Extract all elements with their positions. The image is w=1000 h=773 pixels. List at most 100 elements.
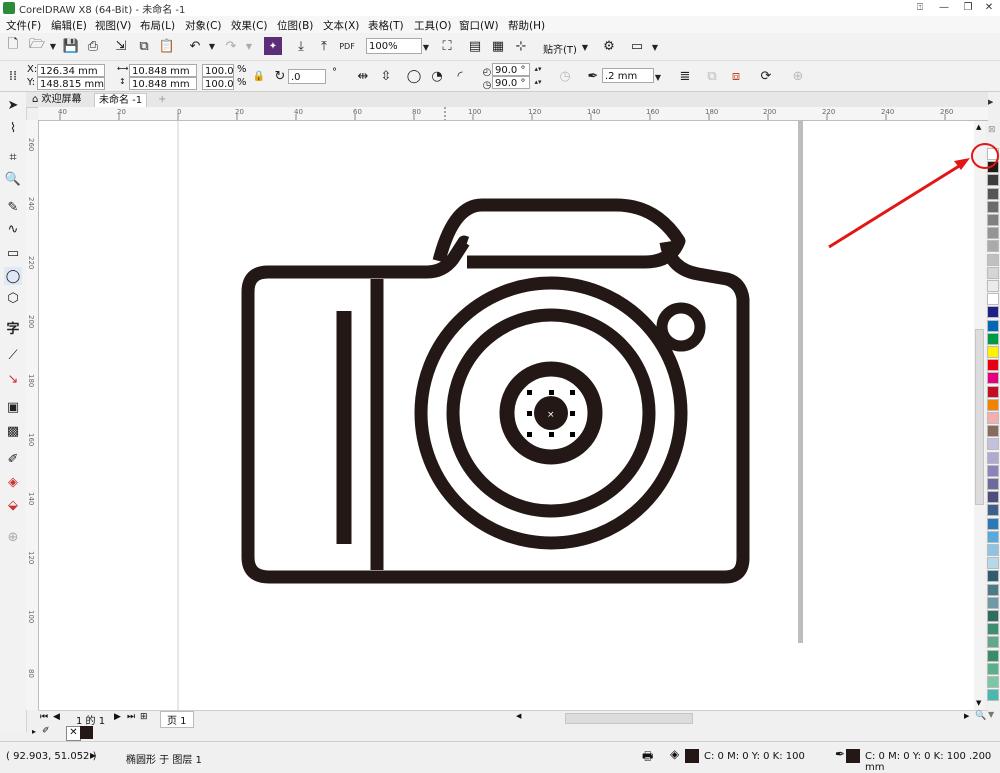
menu-layout[interactable]: 布局(L)	[140, 18, 175, 33]
start-angle-spinner[interactable]: ▴▾	[531, 63, 545, 75]
color-swatch[interactable]	[987, 689, 999, 702]
add-page-icon[interactable]: ⊞	[140, 712, 148, 722]
new-tab-icon[interactable]: +	[154, 93, 170, 106]
show-guidelines-icon[interactable]: ⊹	[512, 37, 530, 55]
polygon-tool-icon[interactable]: ⬡	[4, 289, 22, 307]
horizontal-scroll-thumb[interactable]	[565, 713, 693, 724]
menu-window[interactable]: 窗口(W)	[459, 18, 499, 33]
color-swatch[interactable]	[987, 517, 999, 530]
import-file-icon[interactable]: ⤓	[292, 37, 310, 55]
scroll-down-icon[interactable]: ▼	[976, 699, 981, 707]
color-swatch[interactable]	[987, 372, 999, 385]
color-swatch[interactable]	[987, 214, 999, 226]
zoom-tool-icon[interactable]: 🔍	[4, 170, 22, 188]
snap-dropdown-icon[interactable]: ▼	[576, 38, 594, 56]
color-swatch[interactable]	[987, 438, 999, 451]
zoom-dropdown-icon[interactable]: ▼	[420, 38, 432, 56]
rotation-field[interactable]: .0	[288, 69, 326, 84]
color-swatch[interactable]	[987, 662, 999, 675]
width-field[interactable]: 10.848 mm	[129, 64, 197, 77]
no-color-swatch[interactable]: ⊠	[988, 125, 996, 135]
ellipse-tool-icon[interactable]: ◯	[4, 267, 22, 285]
artistic-media-tool-icon[interactable]: ∿	[4, 220, 22, 238]
color-swatch[interactable]	[987, 293, 999, 306]
menu-bitmaps[interactable]: 位图(B)	[277, 18, 313, 33]
page-tab[interactable]: 页 1	[160, 711, 194, 728]
vertical-scrollbar[interactable]: ▲ ▼	[974, 121, 985, 710]
redo-dropdown-icon[interactable]: ▼	[240, 37, 258, 55]
minimize-button[interactable]: —	[932, 0, 956, 16]
crop-tool-icon[interactable]: ⌗	[4, 148, 22, 166]
to-back-icon[interactable]: ⧉	[703, 67, 721, 85]
color-swatch[interactable]	[987, 557, 999, 570]
doc-black-swatch[interactable]	[80, 726, 93, 739]
color-swatch[interactable]	[987, 649, 999, 662]
color-eyedropper-tool-icon[interactable]: ✐	[4, 450, 22, 468]
color-swatch[interactable]	[987, 227, 999, 240]
outline-width-field[interactable]: .2 mm	[602, 68, 654, 83]
palette-expand-icon[interactable]: ▶	[988, 98, 993, 106]
application-launcher-icon[interactable]: ▭	[628, 37, 646, 55]
menu-table[interactable]: 表格(T)	[368, 18, 404, 33]
color-swatch[interactable]	[987, 187, 999, 200]
outline-pen-icon[interactable]: ✒	[584, 67, 602, 85]
color-swatch[interactable]	[987, 425, 999, 438]
color-swatch[interactable]	[987, 676, 999, 688]
color-swatch[interactable]	[987, 464, 999, 477]
drawing-canvas[interactable]: ×	[39, 121, 974, 710]
color-swatch[interactable]	[987, 385, 999, 398]
color-swatch[interactable]	[987, 451, 999, 464]
color-swatch[interactable]	[987, 478, 999, 490]
mirror-vertical-icon[interactable]: ⇳	[377, 67, 395, 85]
color-proofing-icon[interactable]: 🖶	[642, 747, 653, 768]
color-swatch[interactable]	[987, 306, 999, 319]
scroll-right-icon[interactable]: ▶	[964, 712, 969, 720]
add-tool-icon[interactable]: ⊕	[4, 528, 22, 546]
zoom-level-field[interactable]: 100%	[366, 38, 422, 54]
vertical-ruler[interactable]: 260 240 220 200 180 160 140 120 100 80	[26, 120, 39, 710]
color-swatch[interactable]	[987, 200, 999, 213]
color-swatch[interactable]	[987, 504, 999, 517]
arc-mode-icon[interactable]: ◜	[451, 67, 469, 85]
redo-icon[interactable]: ↷	[222, 37, 240, 55]
doc-no-color-swatch[interactable]: ✕	[66, 726, 81, 741]
color-swatch[interactable]	[987, 544, 999, 556]
menu-view[interactable]: 视图(V)	[95, 18, 131, 33]
scroll-up-icon[interactable]: ▲	[976, 123, 981, 131]
snap-to-label[interactable]: 贴齐(T)	[543, 41, 577, 56]
color-swatch[interactable]	[987, 240, 999, 253]
color-swatch[interactable]	[987, 359, 999, 372]
full-screen-icon[interactable]: ⛶	[438, 37, 456, 55]
pie-mode-icon[interactable]: ◔	[428, 67, 446, 85]
menu-object[interactable]: 对象(C)	[185, 18, 222, 33]
menu-text[interactable]: 文本(X)	[323, 18, 359, 33]
rectangle-tool-icon[interactable]: ▭	[4, 244, 22, 262]
next-page-icon[interactable]: ▶	[114, 712, 121, 722]
quick-customize-icon[interactable]: ⟳	[757, 67, 775, 85]
paste-icon[interactable]: 📋	[158, 37, 176, 55]
show-grid-icon[interactable]: ▦	[489, 37, 507, 55]
color-swatch[interactable]	[987, 280, 999, 292]
end-angle-field[interactable]: 90.0 °	[492, 76, 530, 89]
end-angle-spinner[interactable]: ▴▾	[531, 76, 545, 88]
play-icon[interactable]: ▸	[90, 748, 96, 762]
color-swatch[interactable]	[987, 570, 999, 583]
menu-tools[interactable]: 工具(O)	[414, 18, 451, 33]
transparency-tool-icon[interactable]: ▩	[4, 422, 22, 440]
fill-color-swatch[interactable]	[685, 749, 699, 763]
convert-to-curves-icon[interactable]: ⧈	[727, 67, 745, 85]
rotation-icon[interactable]: ↻	[271, 67, 289, 85]
color-swatch[interactable]	[987, 583, 999, 596]
text-wrap-icon[interactable]: ≣	[676, 67, 694, 85]
tab-welcome[interactable]: ⌂ 欢迎屏幕	[28, 93, 86, 106]
zoom-icon[interactable]: 🔍	[975, 711, 986, 721]
drop-shadow-tool-icon[interactable]: ▣	[4, 398, 22, 416]
color-swatch[interactable]	[987, 610, 999, 622]
mirror-horizontal-icon[interactable]: ⇹	[354, 67, 372, 85]
tab-untitled[interactable]: 未命名 -1	[94, 93, 148, 107]
launcher-dropdown-icon[interactable]: ▼	[646, 38, 664, 56]
launcher-icon[interactable]: ✦	[264, 37, 282, 55]
new-document-icon[interactable]: 🗋	[4, 37, 22, 55]
export-pdf-icon[interactable]: PDF	[338, 37, 356, 55]
color-swatch[interactable]	[987, 491, 999, 504]
